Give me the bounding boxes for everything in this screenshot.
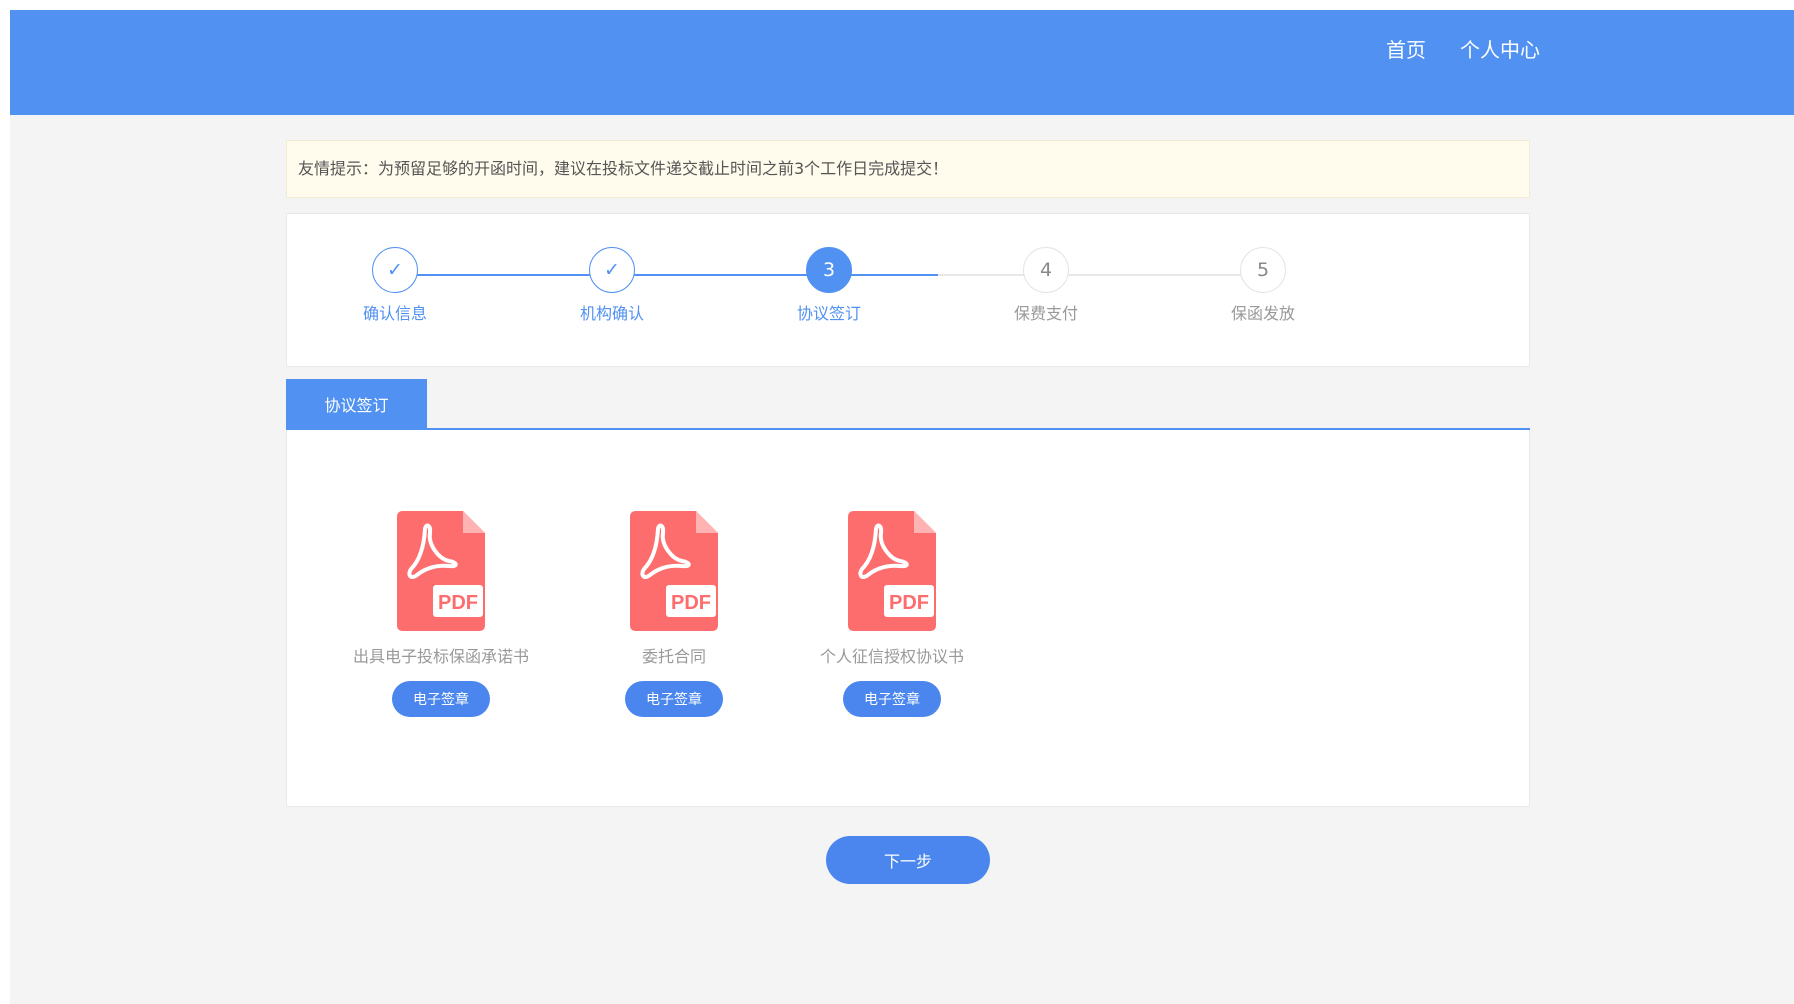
check-icon: ✓ (372, 247, 418, 293)
notice-banner: 友情提示：为预留足够的开函时间，建议在投标文件递交截止时间之前3个工作日完成提交… (286, 140, 1530, 198)
tab-bar: 协议签订 (286, 379, 1530, 430)
step-number: 4 (1023, 247, 1069, 293)
pdf-file-icon[interactable]: PDF (397, 511, 485, 631)
document-name: 出具电子投标保函承诺书 (352, 647, 529, 666)
check-icon: ✓ (589, 247, 635, 293)
tab-agreement-signing[interactable]: 协议签订 (286, 379, 427, 428)
document-item: PDF 委托合同 电子签章 (574, 511, 774, 717)
step-number: 5 (1240, 247, 1286, 293)
step-label: 机构确认 (579, 304, 644, 323)
page: 首页 个人中心 友情提示：为预留足够的开函时间，建议在投标文件递交截止时间之前3… (10, 10, 1794, 1004)
step-label: 保费支付 (1013, 304, 1078, 323)
document-name: 委托合同 (641, 647, 706, 666)
step-number: 3 (806, 247, 852, 293)
step-institution-confirm: ✓ 机构确认 (542, 247, 682, 325)
top-header: 首页 个人中心 (10, 10, 1794, 115)
step-premium-payment: 4 保费支付 (976, 247, 1116, 325)
top-nav: 首页 个人中心 (1386, 36, 1540, 64)
nav-profile-link[interactable]: 个人中心 (1460, 36, 1540, 64)
pdf-badge-text: PDF (438, 592, 478, 614)
pdf-file-icon[interactable]: PDF (848, 511, 936, 631)
step-label: 协议签订 (796, 304, 861, 323)
next-step-button[interactable]: 下一步 (826, 836, 990, 884)
step-label: 确认信息 (362, 304, 427, 323)
step-guarantee-issuance: 5 保函发放 (1193, 247, 1333, 325)
step-agreement-signing: 3 协议签订 (759, 247, 899, 325)
e-signature-button[interactable]: 电子签章 (392, 681, 490, 717)
step-confirm-info: ✓ 确认信息 (325, 247, 465, 325)
documents-panel: PDF 出具电子投标保函承诺书 电子签章 PDF 委托合同 电子签章 PDF 个… (286, 430, 1530, 807)
nav-home-link[interactable]: 首页 (1386, 36, 1426, 64)
pdf-badge-text: PDF (889, 592, 929, 614)
document-name: 个人征信授权协议书 (819, 647, 964, 666)
progress-steps: ✓ 确认信息 ✓ 机构确认 3 协议签订 4 保费支付 5 保函发放 (286, 213, 1530, 367)
step-label: 保函发放 (1230, 304, 1295, 323)
notice-text: 友情提示：为预留足够的开函时间，建议在投标文件递交截止时间之前3个工作日完成提交… (298, 159, 949, 178)
e-signature-button[interactable]: 电子签章 (843, 681, 941, 717)
e-signature-button[interactable]: 电子签章 (625, 681, 723, 717)
document-item: PDF 出具电子投标保函承诺书 电子签章 (341, 511, 541, 717)
pdf-badge-text: PDF (671, 592, 711, 614)
pdf-file-icon[interactable]: PDF (630, 511, 718, 631)
document-item: PDF 个人征信授权协议书 电子签章 (792, 511, 992, 717)
